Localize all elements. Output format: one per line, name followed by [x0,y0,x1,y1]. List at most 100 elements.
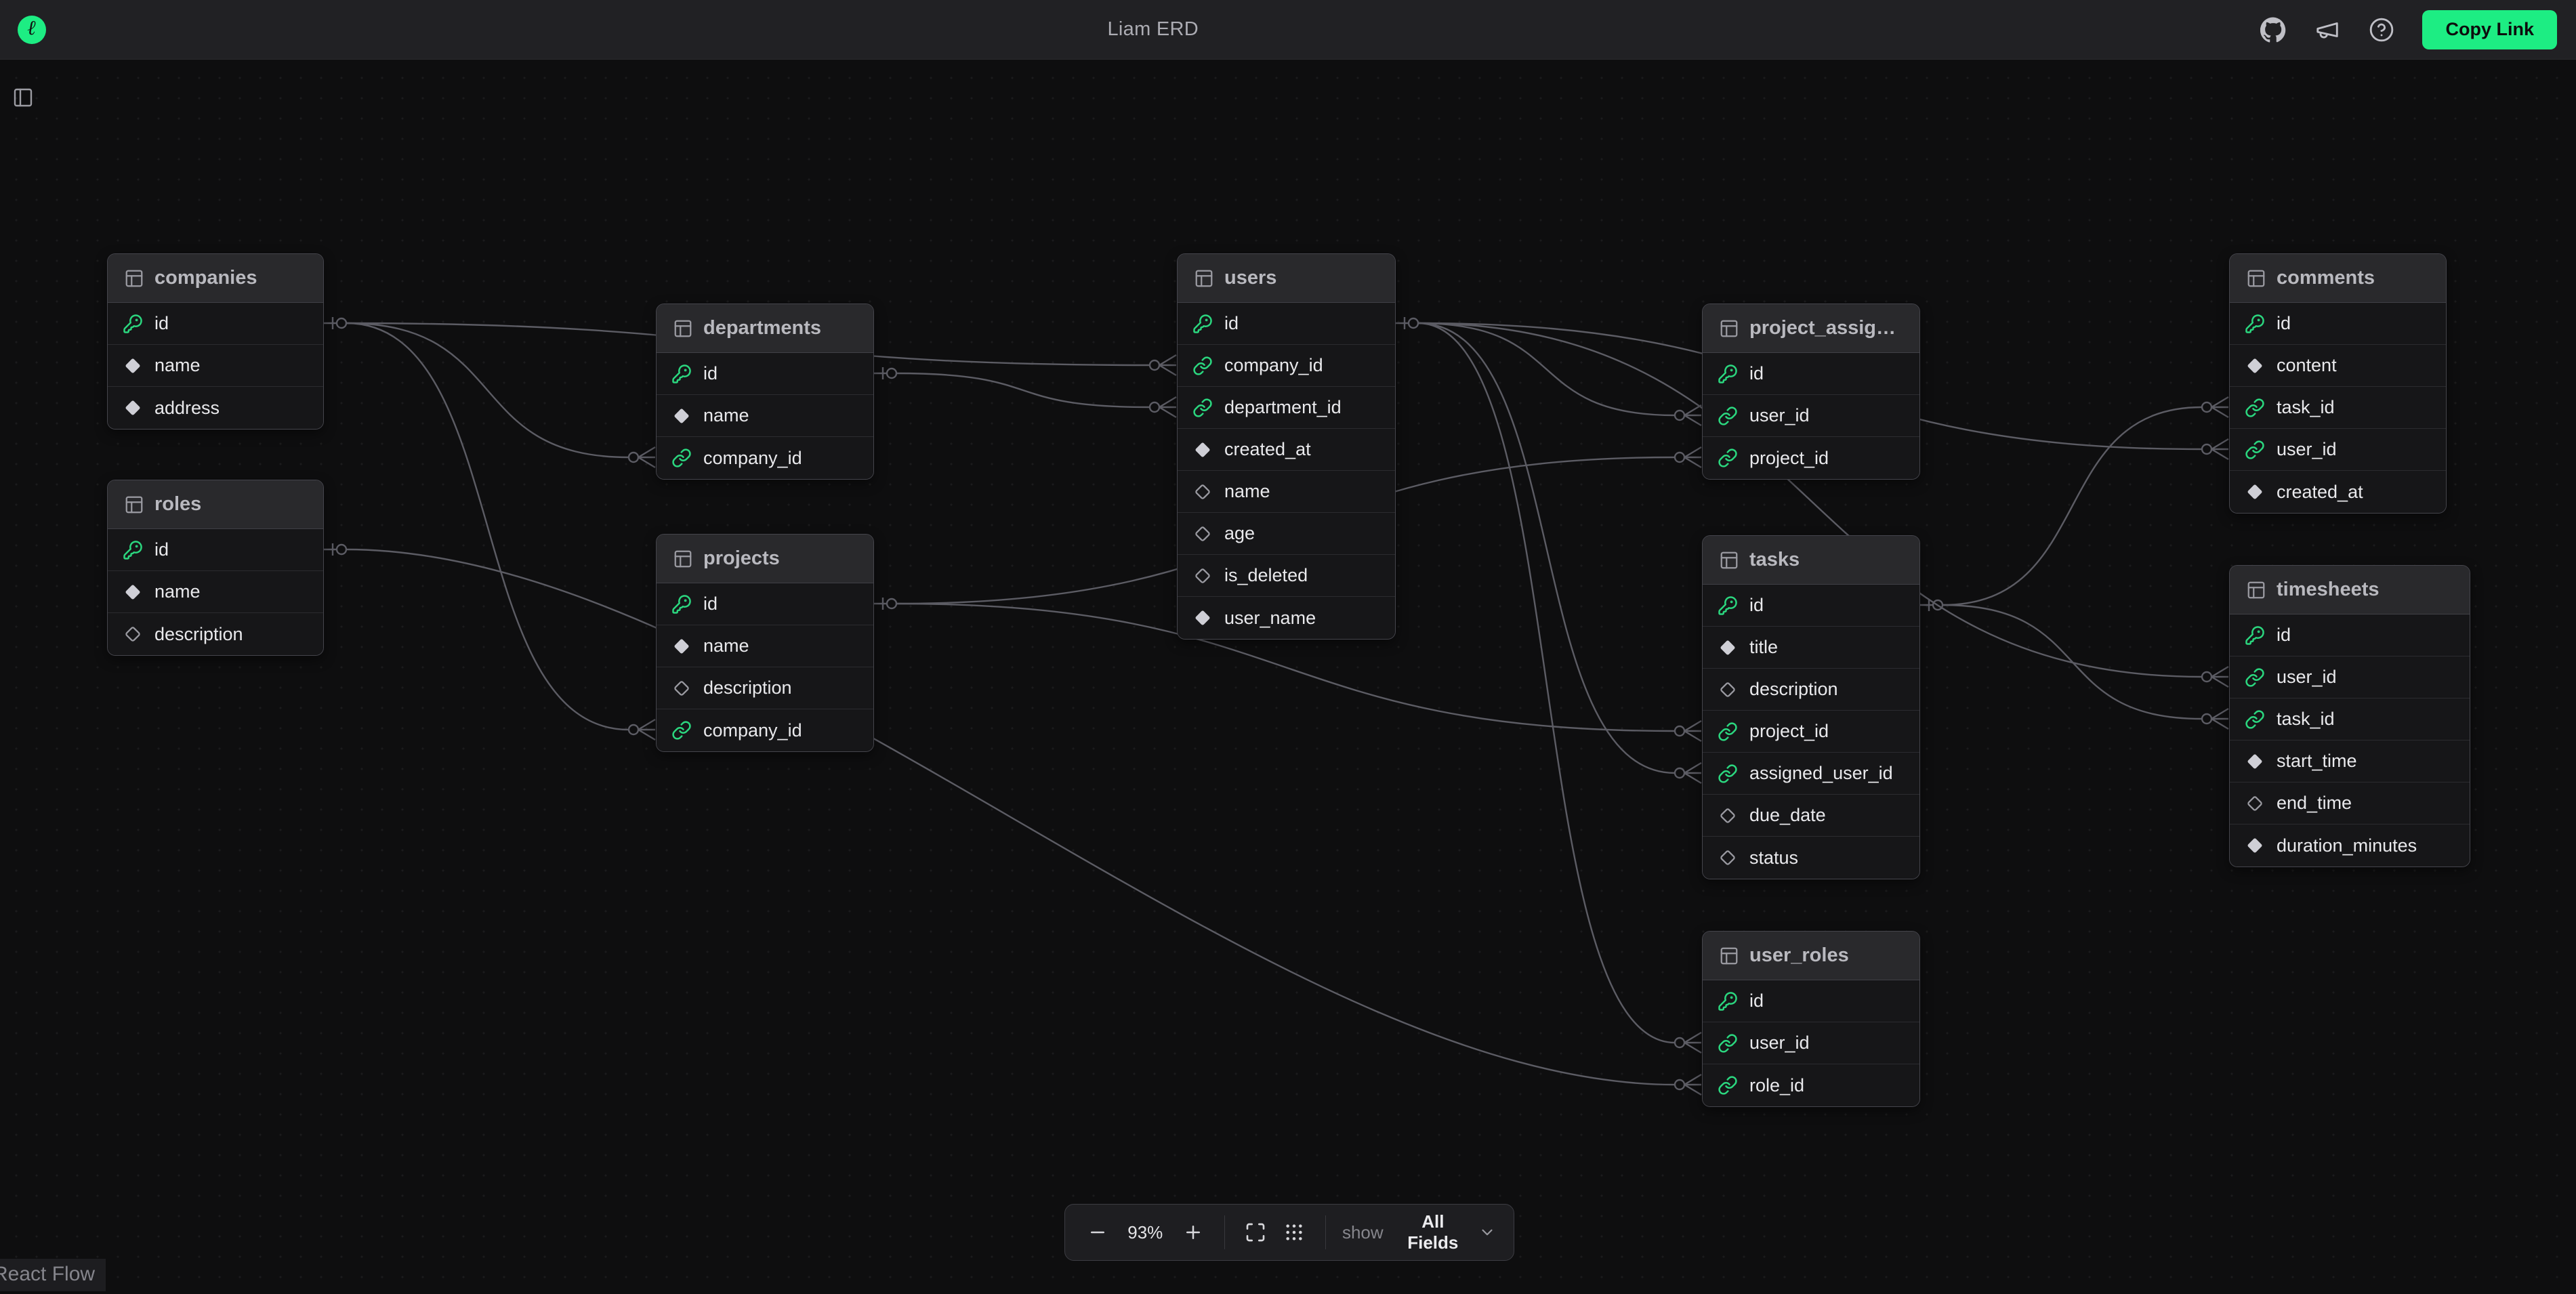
table-node-users[interactable]: users id company_iddepartment_idcreated_at… [1177,253,1396,640]
table-header-tasks[interactable]: tasks [1703,536,1919,585]
table-header-timesheets[interactable]: timesheets [2230,566,2470,614]
plus-icon [1183,1222,1203,1243]
react-flow-attribution[interactable]: React Flow [0,1259,106,1291]
column-name: user_id [1749,1032,1810,1053]
minus-icon [1087,1222,1108,1243]
table-node-user_roles[interactable]: user_rolesid user_id role_id [1702,931,1920,1107]
column-name: name [1224,481,1270,502]
feedback-button[interactable] [2314,16,2341,43]
key-icon [2245,625,2265,646]
table-header-project_assignments[interactable]: project_assignments [1703,304,1919,353]
column-projects-name[interactable]: name [657,625,873,667]
column-timesheets-user_id[interactable]: user_id [2230,656,2470,698]
table-header-companies[interactable]: companies [108,254,323,303]
grip-dots-icon [1283,1222,1305,1243]
column-timesheets-duration_minutes[interactable]: duration_minutes [2230,825,2470,867]
table-node-projects[interactable]: projectsidname description company_id [656,534,874,752]
column-users-department_id[interactable]: department_id [1178,387,1395,429]
column-projects-id[interactable]: id [657,583,873,625]
column-project_assignments-id[interactable]: id [1703,353,1919,395]
table-header-user_roles[interactable]: user_roles [1703,932,1919,980]
column-timesheets-task_id[interactable]: task_id [2230,698,2470,740]
table-node-departments[interactable]: departmentsidname company_id [656,304,874,480]
column-users-id[interactable]: id [1178,303,1395,345]
column-companies-name[interactable]: name [108,345,323,387]
fields-filter-value: All Fields [1397,1211,1469,1253]
table-node-timesheets[interactable]: timesheets id user_id task_idstart_timeend_… [2229,565,2470,867]
column-tasks-description[interactable]: description [1703,669,1919,711]
column-roles-name[interactable]: name [108,571,323,613]
column-roles-id[interactable]: id [108,529,323,571]
column-project_assignments-user_id[interactable]: user_id [1703,395,1919,437]
column-users-is_deleted[interactable]: is_deleted [1178,555,1395,597]
table-node-tasks[interactable]: tasksidtitledescriptionproject_idassigne… [1702,535,1920,879]
github-button[interactable] [2260,16,2287,43]
column-companies-id[interactable]: id [108,303,323,345]
column-tasks-id[interactable]: id [1703,585,1919,627]
column-departments-name[interactable]: name [657,395,873,437]
table-icon [1719,550,1739,570]
column-timesheets-id[interactable]: id [2230,614,2470,656]
column-tasks-assigned_user_id[interactable]: assigned_user_id [1703,753,1919,795]
table-node-comments[interactable]: comments idcontenttask_iduser_idcreated_a… [2229,253,2447,514]
column-comments-task_id[interactable]: task_id [2230,387,2446,429]
fit-view-button[interactable] [1241,1213,1270,1251]
table-name: comments [2277,267,2375,289]
column-departments-id[interactable]: id [657,353,873,395]
diamond-outline-icon [1718,848,1738,868]
table-node-project_assignments[interactable]: project_assignmentsiduser_idproject_id [1702,304,1920,480]
column-comments-user_id[interactable]: user_id [2230,429,2446,471]
table-node-roles[interactable]: roles id name description [107,480,324,656]
liam-logo[interactable]: ℓ [18,16,46,44]
column-name: user_id [2277,667,2337,688]
column-departments-company_id[interactable]: company_id [657,437,873,479]
column-user_roles-id[interactable]: id [1703,980,1919,1022]
column-projects-description[interactable]: description [657,667,873,709]
column-comments-content[interactable]: content [2230,345,2446,387]
column-name: company_id [703,448,802,469]
link-icon [2245,709,2265,730]
column-name: id [154,539,169,560]
column-tasks-project_id[interactable]: project_id [1703,711,1919,753]
table-name: project_assignments [1749,317,1903,339]
column-name: description [703,677,792,698]
zoom-in-button[interactable] [1178,1213,1207,1251]
column-companies-address[interactable]: address [108,387,323,429]
column-timesheets-end_time[interactable]: end_time [2230,782,2470,825]
table-header-roles[interactable]: roles [108,480,323,529]
column-name: age [1224,523,1255,544]
column-name: id [1749,990,1764,1011]
table-header-projects[interactable]: projects [657,535,873,583]
column-name: id [2277,625,2291,646]
column-name: id [1224,313,1239,334]
column-projects-company_id[interactable]: company_id [657,709,873,751]
column-project_assignments-project_id[interactable]: project_id [1703,437,1919,479]
zoom-out-button[interactable] [1083,1213,1112,1251]
column-tasks-status[interactable]: status [1703,837,1919,879]
table-header-users[interactable]: users [1178,254,1395,303]
copy-link-button[interactable]: Copy Link [2422,10,2557,49]
column-tasks-due_date[interactable]: due_date [1703,795,1919,837]
diamond-icon [2245,835,2265,856]
column-comments-id[interactable]: id [2230,303,2446,345]
table-header-departments[interactable]: departments [657,304,873,353]
fields-filter-dropdown[interactable]: All Fields [1397,1211,1496,1253]
link-icon [2245,440,2265,460]
column-tasks-title[interactable]: title [1703,627,1919,669]
column-users-user_name[interactable]: user_name [1178,597,1395,639]
table-header-comments[interactable]: comments [2230,254,2446,303]
column-comments-created_at[interactable]: created_at [2230,471,2446,513]
column-name: name [154,581,201,602]
column-user_roles-role_id[interactable]: role_id [1703,1064,1919,1106]
sidebar-toggle-button[interactable] [12,84,39,111]
tidy-up-button[interactable] [1280,1213,1309,1251]
column-users-created_at[interactable]: created_at [1178,429,1395,471]
column-users-age[interactable]: age [1178,513,1395,555]
help-button[interactable] [2368,16,2395,43]
column-user_roles-user_id[interactable]: user_id [1703,1022,1919,1064]
column-timesheets-start_time[interactable]: start_time [2230,740,2470,782]
table-node-companies[interactable]: companiesidnameaddress [107,253,324,430]
column-users-company_id[interactable]: company_id [1178,345,1395,387]
column-users-name[interactable]: name [1178,471,1395,513]
column-roles-description[interactable]: description [108,613,323,655]
